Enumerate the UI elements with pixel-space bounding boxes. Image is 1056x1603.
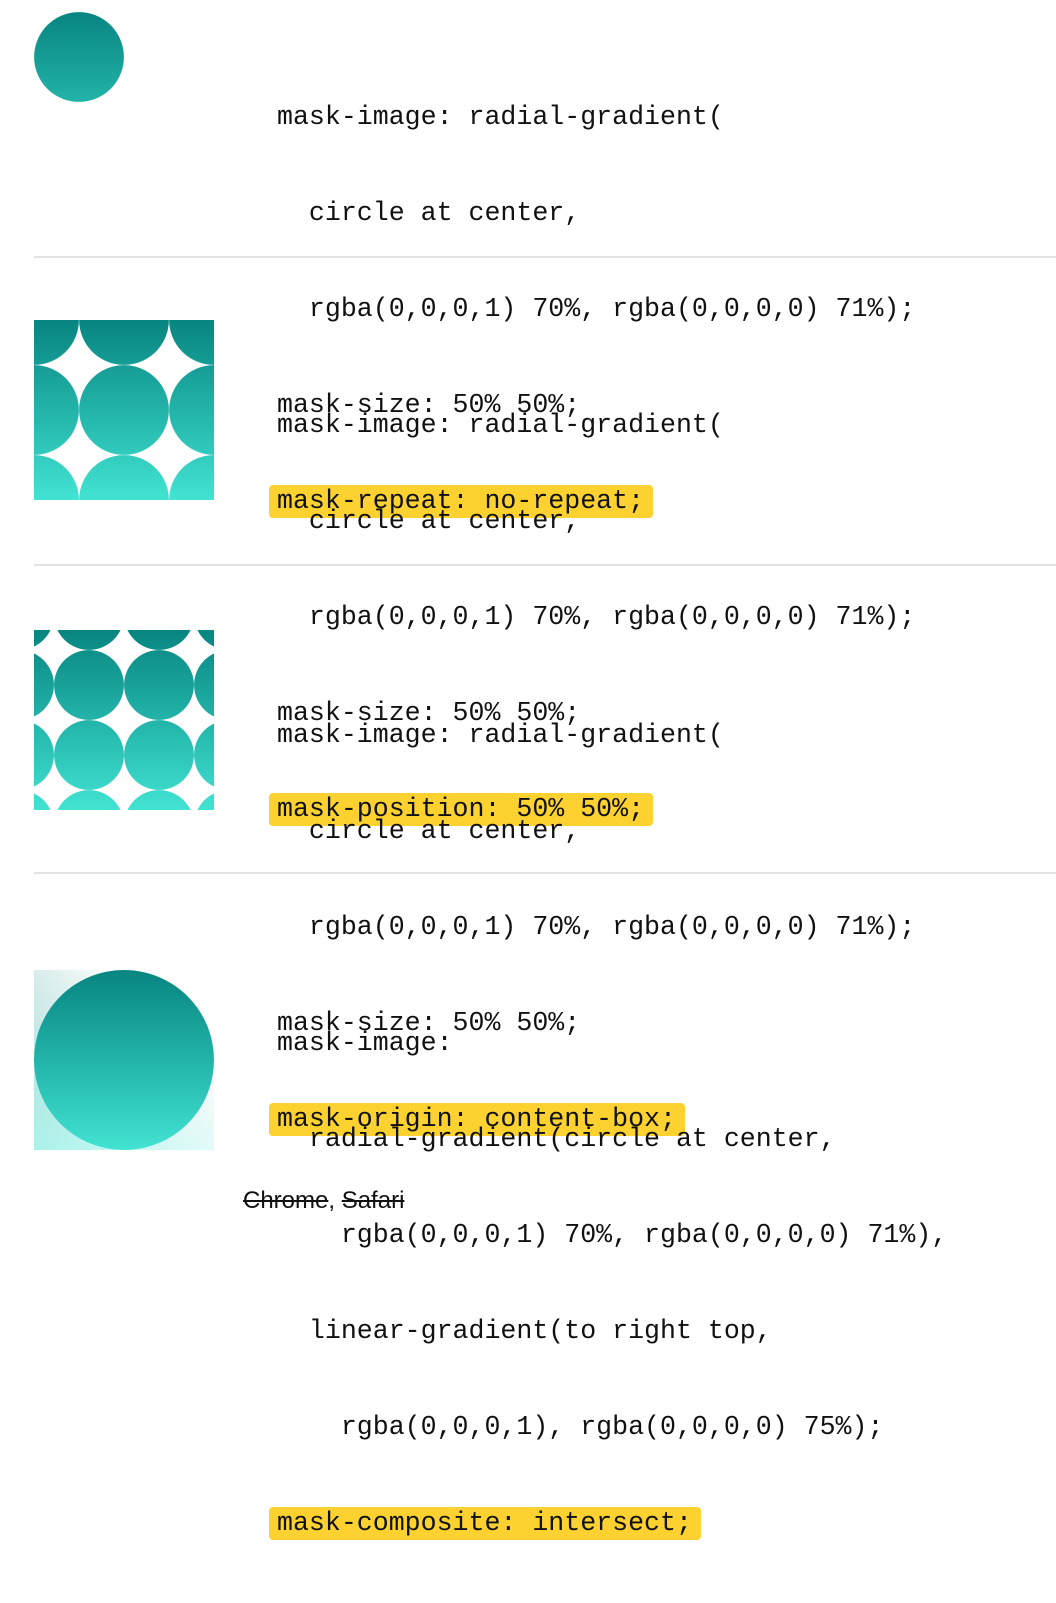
browser-safari: Safari [341, 1187, 405, 1214]
code-line: circle at center, [277, 816, 581, 846]
code-line: rgba(0,0,0,1) 70%, rgba(0,0,0,0) 71%); [277, 602, 916, 632]
browser-support-note: Chrome, Safari [243, 1186, 404, 1216]
mask-preview-no-repeat [34, 12, 214, 192]
section-divider [34, 872, 1056, 874]
code-line: rgba(0,0,0,1), rgba(0,0,0,0) 75%); [277, 1412, 884, 1442]
code-line: mask-image: radial-gradient( [277, 410, 724, 440]
code-line: rgba(0,0,0,1) 70%, rgba(0,0,0,0) 71%); [277, 294, 916, 324]
code-line: circle at center, [277, 198, 581, 228]
browser-chrome: Chrome [243, 1187, 329, 1214]
section-divider [34, 256, 1056, 258]
mask-preview-content-box [34, 630, 214, 810]
highlighted-property: mask-composite: intersect; [269, 1507, 701, 1540]
code-line: mask-image: radial-gradient( [277, 102, 724, 132]
code-line: rgba(0,0,0,1) 70%, rgba(0,0,0,0) 71%); [277, 912, 916, 942]
code-line: rgba(0,0,0,1) 70%, rgba(0,0,0,0) 71%), [277, 1220, 948, 1250]
code-line: mask-image: [277, 1028, 453, 1058]
mask-preview-intersect [34, 970, 214, 1150]
circle-mask-shape [34, 970, 214, 1150]
code-line: circle at center, [277, 506, 581, 536]
code-block-mask-composite: mask-image: radial-gradient(circle at ce… [269, 963, 948, 1603]
browser-separator: , [328, 1187, 342, 1214]
code-line: mask-image: radial-gradient( [277, 720, 724, 750]
code-line: linear-gradient(to right top, [277, 1316, 772, 1346]
section-divider [34, 564, 1056, 566]
mask-preview-position-center [34, 320, 214, 500]
code-line: radial-gradient(circle at center, [277, 1124, 836, 1154]
